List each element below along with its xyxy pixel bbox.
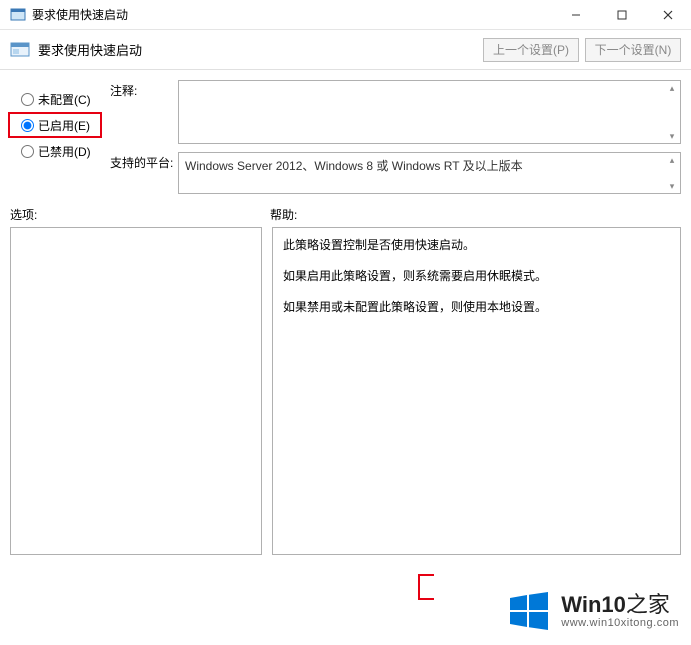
help-line-1: 此策略设置控制是否使用快速启动。: [283, 236, 670, 253]
maximize-button[interactable]: [599, 0, 645, 30]
radio-enabled[interactable]: 已启用(E): [8, 112, 102, 138]
policy-title: 要求使用快速启动: [38, 40, 142, 59]
header: 要求使用快速启动 上一个设置(P) 下一个设置(N): [0, 30, 691, 70]
radio-disabled[interactable]: 已禁用(D): [10, 138, 100, 164]
radio-enabled-label: 已启用(E): [38, 117, 90, 134]
platform-value: Windows Server 2012、Windows 8 或 Windows …: [179, 153, 680, 193]
watermark-big: Win10: [561, 592, 626, 617]
radio-disabled-label: 已禁用(D): [38, 143, 91, 160]
platform-textbox: Windows Server 2012、Windows 8 或 Windows …: [178, 152, 681, 194]
close-button[interactable]: [645, 0, 691, 30]
watermark: Win10之家 www.win10xitong.com: [507, 589, 679, 633]
highlight-box-partial: [418, 574, 434, 600]
help-section-label: 帮助:: [270, 206, 297, 223]
scroll-up-icon[interactable]: ▴: [666, 154, 678, 166]
policy-icon: [10, 40, 30, 60]
options-panel: [10, 227, 262, 555]
options-section-label: 选项:: [10, 206, 270, 223]
radio-disabled-input[interactable]: [21, 145, 34, 158]
next-setting-button[interactable]: 下一个设置(N): [585, 38, 681, 62]
watermark-title: Win10之家: [561, 594, 670, 616]
app-icon: [10, 7, 26, 23]
help-panel: 此策略设置控制是否使用快速启动。 如果启用此策略设置，则系统需要启用休眠模式。 …: [272, 227, 681, 555]
watermark-url: www.win10xitong.com: [561, 618, 679, 629]
windows-logo-icon: [507, 589, 551, 633]
prev-setting-button[interactable]: 上一个设置(P): [483, 38, 579, 62]
help-line-3: 如果禁用或未配置此策略设置，则使用本地设置。: [283, 298, 670, 315]
window-title: 要求使用快速启动: [32, 6, 128, 23]
radio-not-configured-input[interactable]: [21, 93, 34, 106]
platform-label: 支持的平台:: [110, 152, 178, 194]
scroll-down-icon[interactable]: ▾: [666, 130, 678, 142]
radio-enabled-input[interactable]: [21, 119, 34, 132]
comment-value: [179, 81, 680, 143]
comment-label: 注释:: [110, 80, 178, 144]
radio-group: 未配置(C) 已启用(E) 已禁用(D): [10, 80, 100, 202]
scroll-down-icon[interactable]: ▾: [666, 180, 678, 192]
minimize-button[interactable]: [553, 0, 599, 30]
radio-not-configured-label: 未配置(C): [38, 91, 91, 108]
scroll-up-icon[interactable]: ▴: [666, 82, 678, 94]
radio-not-configured[interactable]: 未配置(C): [10, 86, 100, 112]
comment-textbox[interactable]: ▴ ▾: [178, 80, 681, 144]
help-line-2: 如果启用此策略设置，则系统需要启用休眠模式。: [283, 267, 670, 284]
titlebar: 要求使用快速启动: [0, 0, 691, 30]
watermark-suffix: 之家: [626, 592, 670, 617]
